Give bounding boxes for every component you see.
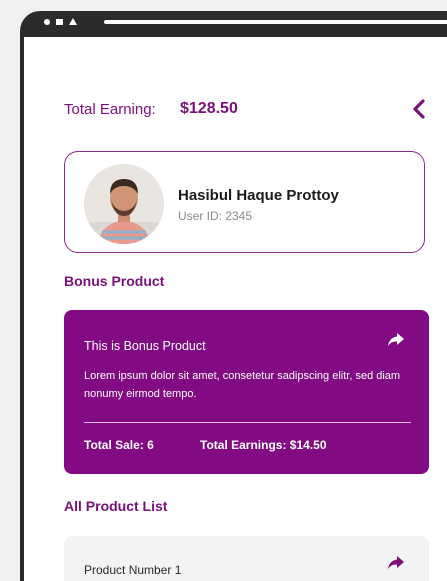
bonus-section-title: Bonus Product xyxy=(64,273,165,289)
bonus-card-title: This is Bonus Product xyxy=(84,339,206,353)
bonus-card-description: Lorem ipsum dolor sit amet, consetetur s… xyxy=(84,370,401,400)
avatar xyxy=(84,164,164,244)
bonus-card-divider xyxy=(84,422,411,423)
profile-name: Hasibul Haque Prottoy xyxy=(178,187,339,204)
list-item[interactable]: Product Number 1 xyxy=(64,536,429,581)
total-earning-label: Total Earning: xyxy=(64,101,156,118)
status-dot-icon xyxy=(44,19,50,25)
profile-card: Hasibul Haque Prottoy User ID: 2345 xyxy=(64,151,425,253)
status-bar xyxy=(20,11,447,37)
total-earning-value: $128.50 xyxy=(180,100,238,117)
product-name: Product Number 1 xyxy=(84,563,182,577)
bonus-total-sale: Total Sale: 6 xyxy=(84,438,154,452)
earning-header: Total Earning: $128.50 xyxy=(64,97,430,121)
status-triangle-icon xyxy=(69,18,77,25)
phone-frame: Total Earning: $128.50 Hasibul Haque Pro… xyxy=(20,11,447,581)
bonus-total-earnings: Total Earnings: $14.50 xyxy=(200,438,327,452)
bonus-product-card[interactable]: This is Bonus Product Lorem ipsum dolor … xyxy=(64,310,429,474)
product-list-title: All Product List xyxy=(64,498,168,514)
status-square-icon xyxy=(56,19,63,25)
status-line xyxy=(104,20,447,24)
chevron-left-icon[interactable] xyxy=(408,97,430,121)
profile-user-id: User ID: 2345 xyxy=(178,209,253,223)
share-arrow-icon[interactable] xyxy=(387,332,405,348)
screen: Total Earning: $128.50 Hasibul Haque Pro… xyxy=(24,37,447,581)
